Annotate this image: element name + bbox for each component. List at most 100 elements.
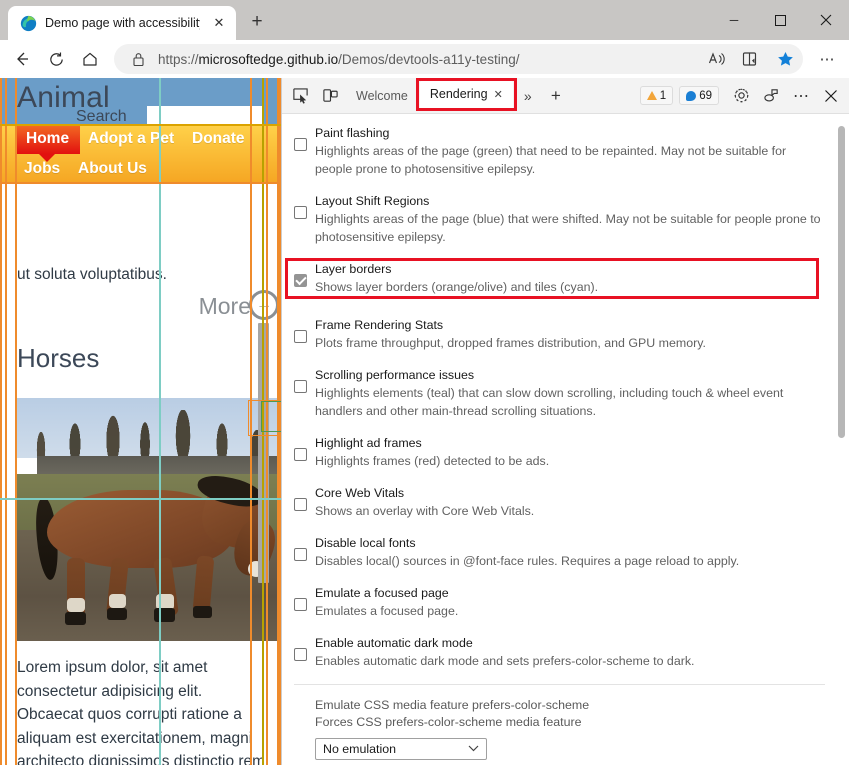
browser-settings-icon[interactable]: ⋯ — [811, 43, 843, 75]
page-scrollbar-thumb[interactable] — [258, 323, 269, 583]
option-emulate-focused-page[interactable]: Emulate a focused page Emulates a focuse… — [294, 584, 825, 620]
option-title: Layout Shift Regions — [315, 194, 429, 208]
page-viewport[interactable]: Animal Search Home Adopt a Pet Donate Jo… — [0, 78, 281, 765]
rendering-scroll-pane[interactable]: Paint flashing Highlights areas of the p… — [282, 114, 849, 765]
nav-item-adopt[interactable]: Adopt a Pet — [88, 130, 174, 148]
nav-label-home: Home — [26, 130, 69, 148]
option-title: Highlight ad frames — [315, 436, 422, 450]
immersive-reader-icon[interactable] — [737, 46, 765, 72]
option-core-web-vitals[interactable]: Core Web Vitals Shows an overlay with Co… — [294, 484, 825, 520]
nav-item-home[interactable]: Home — [17, 126, 80, 154]
core-web-vitals-checkbox[interactable] — [294, 498, 307, 511]
more-link[interactable]: More — [199, 293, 251, 320]
devtools-customize-icon[interactable] — [757, 83, 785, 109]
option-layer-borders[interactable]: Layer borders Shows layer borders (orang… — [294, 260, 825, 296]
option-title: Scrolling performance issues — [315, 368, 474, 382]
devtools-toolbar: Welcome Rendering ✕ » + 1 69 — [282, 78, 849, 114]
paragraph-1: Lorem ipsum dolor, sit amet consectetur … — [17, 656, 269, 765]
option-title: Emulate a focused page — [315, 586, 449, 600]
close-window-button[interactable] — [803, 2, 849, 38]
scrolling-performance-issues-checkbox[interactable] — [294, 380, 307, 393]
minimize-button[interactable]: ─ — [711, 2, 757, 38]
select-value: No emulation — [323, 742, 396, 756]
paint-flashing-checkbox[interactable] — [294, 138, 307, 151]
option-title: Disable local fonts — [315, 536, 416, 550]
option-layout-shift-regions[interactable]: Layout Shift Regions Highlights areas of… — [294, 192, 825, 246]
content-area: Animal Search Home Adopt a Pet Donate Jo… — [0, 78, 849, 765]
window-controls: ─ — [711, 0, 849, 40]
nav-item-donate[interactable]: Donate — [192, 130, 245, 148]
option-automatic-dark-mode[interactable]: Enable automatic dark mode Enables autom… — [294, 634, 825, 670]
option-desc: Plots frame throughput, dropped frames d… — [315, 336, 706, 350]
group-prefers-color-scheme: Emulate CSS media feature prefers-color-… — [294, 697, 825, 760]
warning-triangle-icon — [647, 91, 657, 100]
read-aloud-icon[interactable] — [703, 46, 731, 72]
add-tab-button[interactable]: + — [543, 83, 569, 109]
devtools-close-icon[interactable] — [817, 83, 845, 109]
option-highlight-ad-frames[interactable]: Highlight ad frames Highlights frames (r… — [294, 434, 825, 470]
intro-text: ut soluta voluptatibus. — [17, 263, 167, 287]
option-frame-rendering-stats[interactable]: Frame Rendering Stats Plots frame throug… — [294, 316, 825, 352]
tab-rendering-label: Rendering — [430, 87, 488, 101]
option-desc: Highlights frames (red) detected to be a… — [315, 454, 549, 468]
select-desc: Forces CSS prefers-color-scheme media fe… — [315, 714, 825, 731]
inspect-element-icon[interactable] — [286, 83, 314, 109]
automatic-dark-mode-checkbox[interactable] — [294, 648, 307, 661]
option-title: Frame Rendering Stats — [315, 318, 443, 332]
tab-close-icon[interactable]: ✕ — [208, 12, 230, 34]
chevron-down-icon — [468, 744, 479, 754]
more-tabs-icon[interactable]: » — [515, 83, 541, 109]
section-divider — [294, 684, 825, 685]
warnings-badge[interactable]: 1 — [640, 86, 673, 105]
highlight-ad-frames-checkbox[interactable] — [294, 448, 307, 461]
disable-local-fonts-checkbox[interactable] — [294, 548, 307, 561]
new-tab-button[interactable]: + — [242, 7, 272, 37]
tab-rendering[interactable]: Rendering ✕ — [420, 81, 513, 111]
favorites-star-icon[interactable] — [771, 46, 799, 72]
home-icon[interactable] — [74, 43, 106, 75]
edge-logo-icon — [20, 15, 37, 32]
option-desc: Emulates a focused page. — [315, 604, 458, 618]
address-bar[interactable]: https://microsoftedge.github.io/Demos/de… — [114, 44, 803, 74]
reload-icon[interactable] — [40, 43, 72, 75]
tab-strip: Demo page with accessibility iss ✕ + ─ — [0, 0, 849, 40]
devtools-more-icon[interactable]: ⋯ — [787, 83, 815, 109]
option-desc: Disables local() sources in @font-face r… — [315, 554, 739, 568]
select-title: Emulate CSS media feature prefers-color-… — [315, 697, 825, 714]
tab-rendering-close-icon[interactable]: ✕ — [494, 88, 503, 101]
option-desc: Highlights elements (teal) that can slow… — [315, 386, 783, 418]
device-toolbar-icon[interactable] — [316, 83, 344, 109]
layout-shift-regions-checkbox[interactable] — [294, 206, 307, 219]
navigation-toolbar: https://microsoftedge.github.io/Demos/de… — [0, 40, 849, 78]
layer-borders-checkbox[interactable] — [294, 274, 307, 287]
devtools-scrollbar-thumb[interactable] — [838, 126, 845, 438]
nav-item-jobs[interactable]: Jobs — [24, 160, 60, 178]
prefers-color-scheme-select[interactable]: No emulation — [315, 738, 487, 760]
option-disable-local-fonts[interactable]: Disable local fonts Disables local() sou… — [294, 534, 825, 570]
option-paint-flashing[interactable]: Paint flashing Highlights areas of the p… — [294, 124, 825, 178]
emulate-focused-page-checkbox[interactable] — [294, 598, 307, 611]
issues-count: 69 — [699, 90, 712, 102]
option-scrolling-performance-issues[interactable]: Scrolling performance issues Highlights … — [294, 366, 825, 420]
option-desc: Enables automatic dark mode and sets pre… — [315, 654, 694, 668]
site-info-icon[interactable] — [124, 46, 152, 72]
browser-window: Demo page with accessibility iss ✕ + ─ — [0, 0, 849, 765]
option-desc: Shows layer borders (orange/olive) and t… — [315, 280, 598, 294]
tab-welcome-label: Welcome — [356, 89, 408, 103]
devtools-panel: Welcome Rendering ✕ » + 1 69 — [281, 78, 849, 765]
option-title: Paint flashing — [315, 126, 389, 140]
warnings-count: 1 — [660, 90, 666, 102]
option-desc: Shows an overlay with Core Web Vitals. — [315, 504, 534, 518]
frame-rendering-stats-checkbox[interactable] — [294, 330, 307, 343]
option-desc: Highlights areas of the page (green) tha… — [315, 144, 786, 176]
back-icon[interactable] — [6, 43, 38, 75]
section-heading-horses: Horses — [17, 343, 99, 374]
site-nav: Home Adopt a Pet Donate Jobs About Us — [0, 124, 281, 183]
gear-icon[interactable] — [727, 83, 755, 109]
nav-item-about[interactable]: About Us — [78, 160, 147, 178]
issues-badge[interactable]: 69 — [679, 86, 719, 105]
browser-tab[interactable]: Demo page with accessibility iss ✕ — [8, 6, 236, 40]
maximize-button[interactable] — [757, 2, 803, 38]
issue-bubble-icon — [686, 91, 696, 101]
tab-welcome[interactable]: Welcome — [346, 81, 418, 111]
